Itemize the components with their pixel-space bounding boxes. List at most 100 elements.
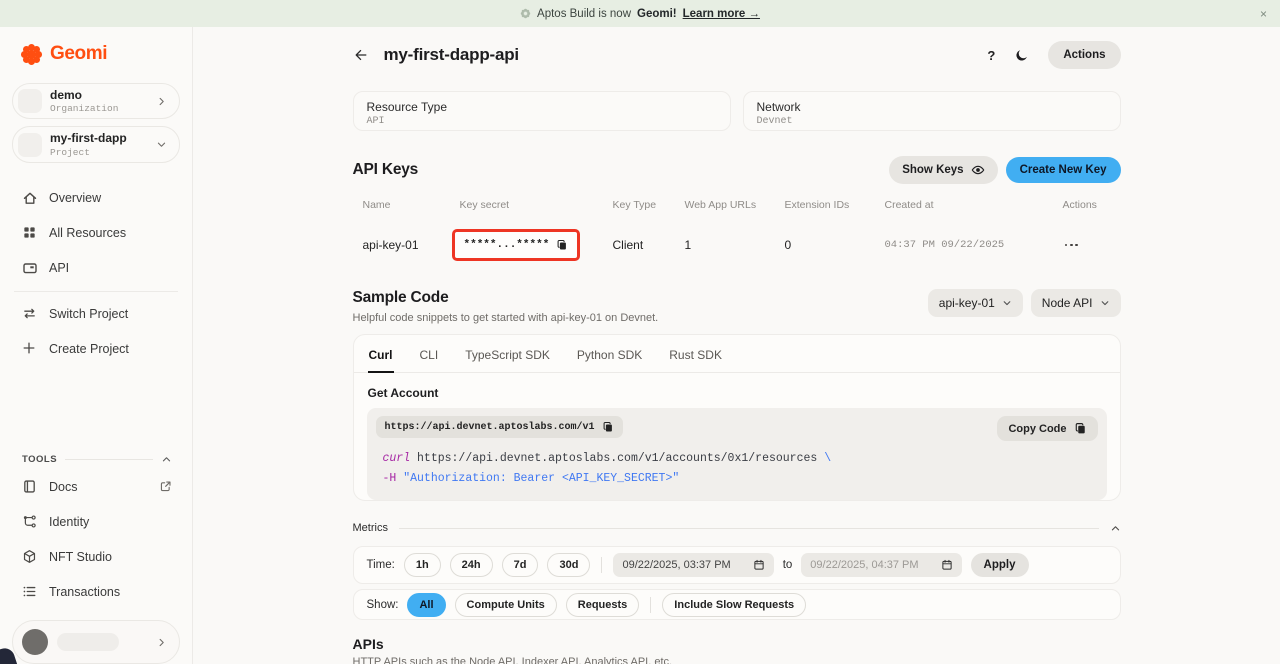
show-option-requests[interactable]: Requests <box>566 593 640 617</box>
sidebar-item-all-resources[interactable]: All Resources <box>12 216 180 251</box>
network-card: Network Devnet <box>743 91 1121 131</box>
code-line-continuation: \ <box>824 452 831 465</box>
sidebar-item-switch-project[interactable]: Switch Project <box>12 297 180 332</box>
endpoint-url-chip[interactable]: https://api.devnet.aptoslabs.com/v1 <box>376 416 623 438</box>
back-button[interactable] <box>353 47 377 63</box>
sidebar-item-label: NFT Studio <box>49 550 112 564</box>
banner-brand: Geomi! <box>637 8 677 20</box>
network-label: Network <box>757 100 1107 114</box>
show-option-all[interactable]: All <box>407 593 445 617</box>
list-icon <box>22 584 38 600</box>
metrics-title: Metrics <box>353 522 388 534</box>
sparkle-icon <box>520 8 531 19</box>
org-avatar <box>18 89 42 113</box>
tab-typescript-sdk[interactable]: TypeScript SDK <box>464 335 551 372</box>
web-app-urls-cell: 1 <box>685 238 785 252</box>
date-from-input[interactable]: 09/22/2025, 03:37 PM <box>613 553 773 577</box>
date-to-input[interactable]: 09/22/2025, 04:37 PM <box>801 553 961 577</box>
sample-code-subtitle: Helpful code snippets to get started wit… <box>353 312 659 324</box>
copy-icon[interactable] <box>556 239 568 251</box>
row-actions-menu-icon[interactable] <box>1063 240 1121 251</box>
code-header-string: "Authorization: Bearer <API_KEY_SECRET>" <box>396 472 679 485</box>
help-button[interactable]: ? <box>987 48 995 63</box>
project-switcher[interactable]: my-first-dapp Project <box>12 126 180 162</box>
apis-section-title: APIs <box>353 636 1121 652</box>
metrics-section-toggle[interactable]: Metrics <box>353 522 1121 534</box>
sidebar-item-transactions[interactable]: Transactions <box>12 574 180 609</box>
column-header-actions: Actions <box>1063 199 1121 211</box>
code-block: https://api.devnet.aptoslabs.com/v1 Copy… <box>367 408 1107 500</box>
logo-wordmark: Geomi <box>50 43 107 65</box>
resource-type-label: Resource Type <box>367 100 717 114</box>
resource-type-card: Resource Type API <box>353 91 731 131</box>
key-secret-masked: *****...***** <box>464 239 550 251</box>
time-label: Time: <box>367 559 395 571</box>
plus-icon <box>22 341 38 357</box>
time-preset-1h[interactable]: 1h <box>404 553 441 577</box>
banner-text: Aptos Build is now <box>537 8 631 20</box>
chevron-up-icon <box>1110 523 1121 534</box>
org-name: demo <box>50 88 118 102</box>
tab-curl[interactable]: Curl <box>368 335 394 372</box>
show-keys-label: Show Keys <box>902 164 963 176</box>
sidebar: Geomi demo Organization my-first-dapp Pr… <box>0 27 193 664</box>
org-switcher[interactable]: demo Organization <box>12 83 180 119</box>
column-header-web-app-urls: Web App URLs <box>685 199 785 211</box>
banner-close-icon[interactable]: × <box>1260 0 1267 27</box>
chevron-up-icon <box>161 454 172 465</box>
apply-button[interactable]: Apply <box>971 553 1029 577</box>
sidebar-item-identity[interactable]: Identity <box>12 504 180 539</box>
api-keys-title: API Keys <box>353 161 419 179</box>
key-name-cell: api-key-01 <box>363 238 460 252</box>
code-url: https://api.devnet.aptoslabs.com/v1/acco… <box>410 452 824 465</box>
created-at-cell: 04:37 PM 09/22/2025 <box>885 239 1063 251</box>
tab-python-sdk[interactable]: Python SDK <box>576 335 643 372</box>
eye-icon <box>971 163 985 177</box>
network-value: Devnet <box>757 116 1107 127</box>
resource-type-value: API <box>367 116 717 127</box>
avatar <box>22 629 48 655</box>
external-link-icon <box>159 480 172 493</box>
calendar-icon[interactable] <box>941 559 953 571</box>
tools-section-header[interactable]: TOOLS <box>12 449 180 469</box>
banner-learn-more-link[interactable]: Learn more → <box>683 8 760 20</box>
tab-cli[interactable]: CLI <box>419 335 440 372</box>
identity-icon <box>22 514 38 530</box>
actions-button[interactable]: Actions <box>1048 41 1120 69</box>
sidebar-item-label: All Resources <box>49 226 126 240</box>
time-preset-30d[interactable]: 30d <box>547 553 590 577</box>
show-option-compute-units[interactable]: Compute Units <box>455 593 557 617</box>
key-secret-chip[interactable]: *****...***** <box>452 229 581 261</box>
time-preset-7d[interactable]: 7d <box>502 553 539 577</box>
show-keys-button[interactable]: Show Keys <box>889 156 997 184</box>
calendar-icon[interactable] <box>753 559 765 571</box>
copy-code-button[interactable]: Copy Code <box>997 416 1097 441</box>
copy-icon[interactable] <box>602 421 614 433</box>
sidebar-item-docs[interactable]: Docs <box>12 469 180 504</box>
api-key-select[interactable]: api-key-01 <box>928 289 1023 317</box>
include-slow-requests-toggle[interactable]: Include Slow Requests <box>662 593 806 617</box>
user-account-menu[interactable] <box>12 620 180 664</box>
moon-icon[interactable] <box>1014 48 1029 63</box>
create-new-key-button[interactable]: Create New Key <box>1006 157 1121 183</box>
sidebar-divider <box>14 291 178 292</box>
chevron-down-icon <box>156 139 167 150</box>
project-avatar <box>18 133 42 157</box>
sidebar-item-api[interactable]: API <box>12 251 180 286</box>
key-type-cell: Client <box>613 238 685 252</box>
time-preset-24h[interactable]: 24h <box>450 553 493 577</box>
sidebar-item-label: Docs <box>49 480 77 494</box>
sidebar-item-create-project[interactable]: Create Project <box>12 332 180 367</box>
api-type-select[interactable]: Node API <box>1031 289 1121 317</box>
code-snippet: curl https://api.devnet.aptoslabs.com/v1… <box>383 449 1098 488</box>
sidebar-item-label: Switch Project <box>49 307 128 321</box>
sample-code-title: Sample Code <box>353 289 659 307</box>
sidebar-item-nft-studio[interactable]: NFT Studio <box>12 539 180 574</box>
chevron-down-icon <box>1100 298 1110 308</box>
geomi-logo[interactable]: Geomi <box>12 40 180 68</box>
extension-ids-cell: 0 <box>785 238 885 252</box>
sidebar-item-overview[interactable]: Overview <box>12 181 180 216</box>
api-type-select-value: Node API <box>1042 296 1093 310</box>
sidebar-item-label: Identity <box>49 515 89 529</box>
tab-rust-sdk[interactable]: Rust SDK <box>668 335 723 372</box>
